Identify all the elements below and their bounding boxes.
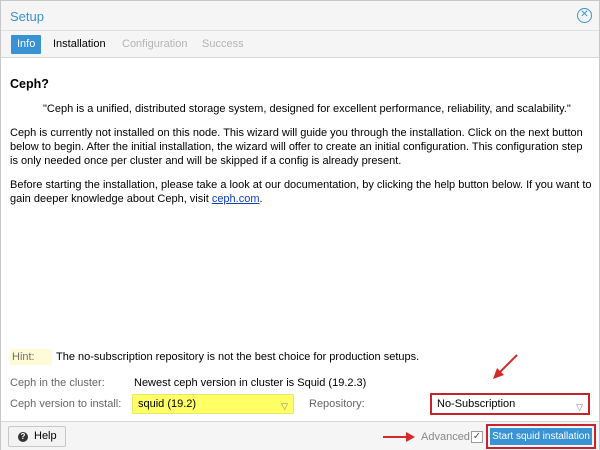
hint-text: The no-subscription repository is not th…	[56, 351, 420, 363]
advanced-label: Advanced	[421, 431, 470, 443]
dialog-title: Setup	[10, 9, 44, 24]
chevron-down-icon: ▽	[281, 401, 288, 411]
hint-label: Hint:	[10, 349, 52, 365]
annotation-arrow-repository	[493, 354, 518, 379]
help-button-label: Help	[34, 430, 57, 442]
cluster-value: Newest ceph version in cluster is Squid …	[134, 377, 367, 389]
tab-installation[interactable]: Installation	[47, 35, 112, 54]
question-circle-icon: ?	[18, 432, 28, 442]
repository-label: Repository:	[309, 398, 365, 410]
docs-paragraph-text: Before starting the installation, please…	[10, 179, 592, 205]
repository-select[interactable]: No-Subscription ▽	[430, 393, 590, 415]
version-select-value: squid (19.2)	[138, 398, 197, 410]
footer-bar: ? Help Advanced ✓ Start squid installati…	[1, 421, 599, 450]
tab-configuration[interactable]: Configuration	[116, 35, 193, 54]
annotation-arrow-advanced	[383, 432, 415, 442]
docs-paragraph: Before starting the installation, please…	[10, 178, 592, 206]
ceph-quote: "Ceph is a unified, distributed storage …	[43, 103, 571, 115]
intro-paragraph: Ceph is currently not installed on this …	[10, 127, 583, 167]
cluster-label: Ceph in the cluster:	[10, 377, 105, 389]
content-panel: Ceph? "Ceph is a unified, distributed st…	[1, 59, 599, 421]
repository-select-value: No-Subscription	[437, 398, 516, 410]
version-label: Ceph version to install:	[10, 398, 122, 410]
tab-info[interactable]: Info	[11, 35, 42, 54]
title-bar: Setup ✕	[1, 1, 599, 31]
wizard-tabs: Info Installation Configuration Success	[1, 31, 599, 58]
help-button[interactable]: ? Help	[8, 426, 66, 447]
advanced-checkbox[interactable]: ✓	[471, 431, 483, 443]
start-installation-button[interactable]: Start squid installation	[490, 428, 592, 445]
close-icon[interactable]: ✕	[577, 8, 592, 23]
ceph-com-link[interactable]: ceph.com	[212, 193, 260, 205]
docs-paragraph-end: .	[259, 193, 263, 205]
setup-dialog: Setup ✕ Info Installation Configuration …	[0, 0, 600, 450]
tab-success[interactable]: Success	[196, 35, 250, 54]
page-heading: Ceph?	[10, 77, 49, 91]
chevron-down-icon: ▽	[576, 402, 583, 412]
version-select[interactable]: squid (19.2) ▽	[132, 394, 294, 414]
